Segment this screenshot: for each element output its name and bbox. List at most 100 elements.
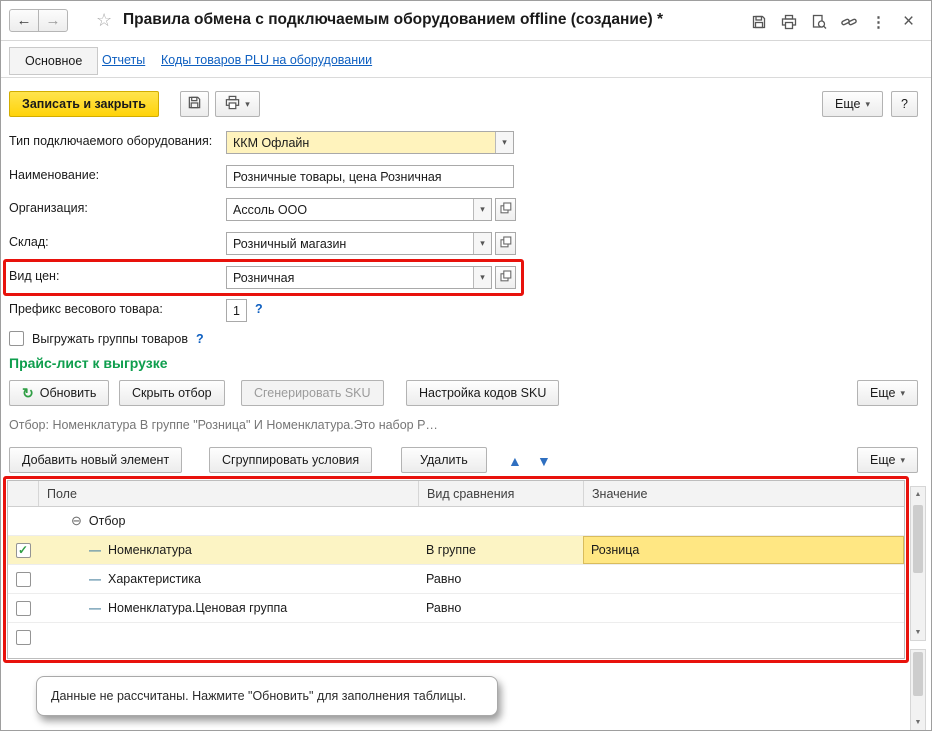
tab-main-label: Основное [25,54,83,68]
price-type-open-button[interactable] [495,266,516,289]
link-icon[interactable] [836,10,861,33]
name-label: Наименование: [9,168,100,182]
column-header-comparison[interactable]: Вид сравнения [418,481,583,506]
help-button[interactable]: ? [891,91,918,117]
header-checkbox-column [8,481,38,506]
price-list-more-button[interactable]: Еще ▾ [857,380,918,406]
write-button[interactable] [180,91,209,117]
filter-item-icon: — [89,543,101,557]
sku-settings-button[interactable]: Настройка кодов SKU [406,380,560,406]
save-and-close-button[interactable]: Записать и закрыть [9,91,159,117]
weight-prefix-help[interactable]: ? [255,302,263,316]
export-groups-checkbox[interactable] [9,331,24,346]
organization-open-button[interactable] [495,198,516,221]
row-field: Номенклатура [108,543,192,557]
equipment-type-value[interactable]: ККМ Офлайн [227,132,495,153]
move-up-button[interactable]: ▲ [504,448,526,474]
scroll-down-icon[interactable]: ▼ [911,715,925,730]
price-type-dropdown[interactable]: ▾ [473,267,491,288]
titlebar: ← → ☆ Правила обмена с подключаемым обор… [1,1,931,41]
filter-group-label: Отбор [88,514,126,528]
name-value[interactable]: Розничные товары, цена Розничная [227,166,513,187]
price-type-value[interactable]: Розничная [227,267,473,288]
row-checkbox[interactable] [15,571,31,587]
table-row-partial[interactable] [8,623,904,658]
refresh-icon: ↻ [22,385,34,401]
chevron-down-icon: ▾ [900,454,905,465]
forward-button[interactable]: → [38,9,68,32]
tab-reports[interactable]: Отчеты [102,53,145,67]
toolbar-more-label: Еще [835,97,861,111]
organization-field: Ассоль ООО ▾ [226,198,492,221]
row-checkbox-checked[interactable]: ✓ [15,542,31,558]
row-value: Розница [591,543,640,557]
row-comparison: Равно [426,601,462,615]
favorite-star-icon[interactable]: ☆ [96,10,112,31]
filter-group-row[interactable]: ⊖ Отбор [8,507,904,536]
row-field: Номенклатура.Ценовая группа [108,601,288,615]
scroll-up-icon[interactable]: ▲ [911,487,925,502]
preview-icon[interactable] [806,10,831,33]
table-row[interactable]: ✓ — Номенклатура В группе Розница [8,536,904,565]
print-menu-button[interactable]: ▾ [215,91,260,117]
delete-button[interactable]: Удалить [401,447,487,473]
printer-icon [225,95,240,113]
window-scrollbar-thumb[interactable] [913,652,923,696]
tab-plu-codes[interactable]: Коды товаров PLU на оборудовании [161,53,372,67]
organization-value[interactable]: Ассоль ООО [227,199,473,220]
save-icon[interactable] [746,10,771,33]
generate-sku-label: Сгенерировать SKU [254,386,371,400]
chevron-down-icon: ▾ [865,98,870,109]
chevron-down-icon: ▾ [480,204,485,214]
open-icon [499,236,512,251]
open-icon [499,270,512,285]
move-down-button[interactable]: ▼ [533,448,555,474]
row-checkbox[interactable] [15,600,31,616]
row-comparison: Равно [426,572,462,586]
close-icon[interactable]: × [896,10,921,33]
status-message: Данные не рассчитаны. Нажмите "Обновить"… [51,689,467,703]
refresh-button[interactable]: ↻ Обновить [9,380,110,406]
table-scrollbar-thumb[interactable] [913,505,923,573]
row-value-cell[interactable]: Розница [583,536,904,564]
add-item-button[interactable]: Добавить новый элемент [9,447,183,473]
tab-main[interactable]: Основное [9,47,99,75]
tabs-bar: Основное Отчеты Коды товаров PLU на обор… [1,42,931,78]
row-checkbox[interactable] [15,630,31,645]
back-button[interactable]: ← [9,9,39,32]
refresh-label: Обновить [39,386,97,400]
row-field: Характеристика [108,572,201,586]
column-header-field[interactable]: Поле [38,481,418,506]
row-comparison: В группе [426,543,476,557]
equipment-type-dropdown[interactable]: ▾ [495,132,513,153]
filter-editor-more-button[interactable]: Еще ▾ [857,447,918,473]
warehouse-dropdown[interactable]: ▾ [473,233,491,254]
warehouse-open-button[interactable] [495,232,516,255]
export-groups-help[interactable]: ? [196,332,204,346]
weight-prefix-value[interactable]: 1 [227,300,246,321]
more-menu-icon[interactable]: ⋮ [866,10,891,33]
row-value-cell[interactable] [583,565,904,593]
table-row[interactable]: — Номенклатура.Ценовая группа Равно [8,594,904,623]
chevron-down-icon: ▾ [900,387,905,398]
check-icon: ✓ [17,543,29,557]
organization-dropdown[interactable]: ▾ [473,199,491,220]
filter-item-icon: — [89,572,101,586]
row-value-cell[interactable] [583,594,904,622]
collapse-icon[interactable]: ⊖ [71,513,82,529]
page-title: Правила обмена с подключаемым оборудован… [123,11,663,28]
warehouse-field: Розничный магазин ▾ [226,232,492,255]
name-field: Розничные товары, цена Розничная [226,165,514,188]
print-icon[interactable] [776,10,801,33]
organization-label: Организация: [9,201,88,215]
column-header-value[interactable]: Значение [583,481,904,506]
filter-item-icon: — [89,601,101,615]
group-conditions-button[interactable]: Сгруппировать условия [209,447,373,473]
sku-settings-label: Настройка кодов SKU [419,386,547,400]
toolbar-more-button[interactable]: Еще ▾ [822,91,883,117]
scroll-down-icon[interactable]: ▼ [911,625,925,640]
table-row[interactable]: — Характеристика Равно [8,565,904,594]
column-header-comparison-label: Вид сравнения [427,486,515,501]
warehouse-value[interactable]: Розничный магазин [227,233,473,254]
hide-filter-button[interactable]: Скрыть отбор [119,380,225,406]
